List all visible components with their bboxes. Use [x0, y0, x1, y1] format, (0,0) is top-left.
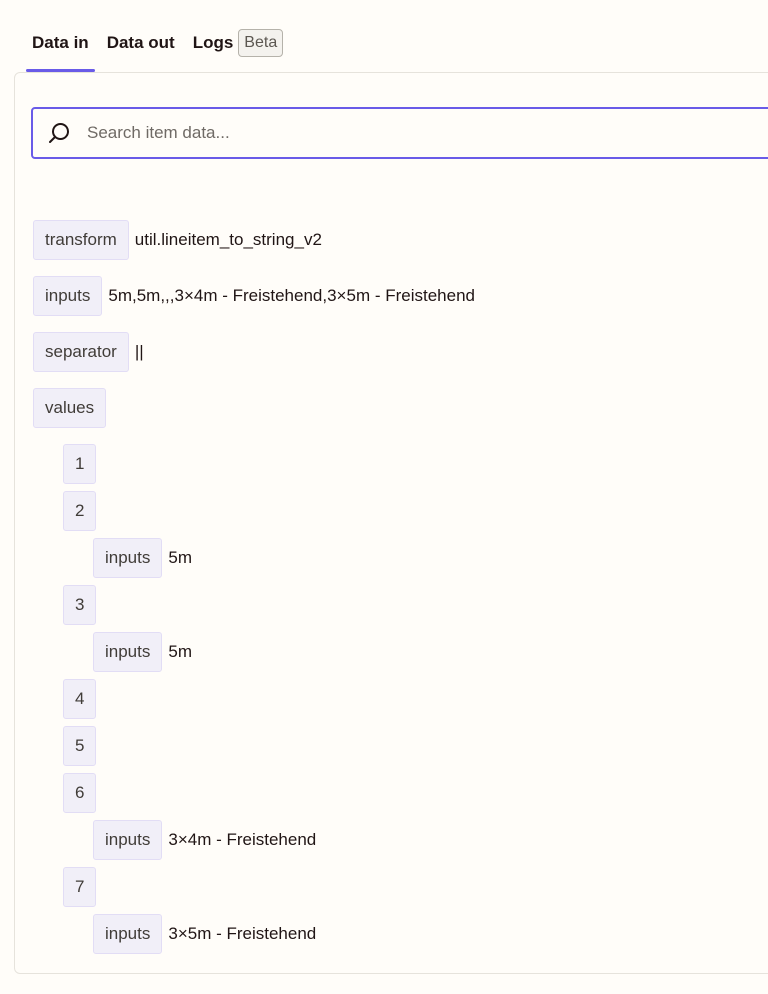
list-item: 3 [63, 585, 97, 625]
field-value: 5m,5m,,,3×4m - Freistehend,3×5m - Freist… [108, 286, 475, 305]
tab-data-out-label: Data out [106, 33, 175, 52]
list-item-child: inputs 5m [93, 538, 192, 578]
beta-badge: Beta [238, 29, 284, 57]
field-key: inputs [93, 632, 163, 672]
field-value: 5m [168, 642, 192, 661]
field-key: values [33, 388, 107, 428]
tab-logs[interactable]: Logs Beta [187, 26, 290, 72]
tab-bar: Data in Data out Logs Beta [26, 26, 295, 72]
list-item-child: inputs 3×4m - Freistehend [93, 820, 316, 860]
tab-data-in[interactable]: Data in [26, 26, 95, 72]
field-row-inputs: inputs 5m,5m,,,3×4m - Freistehend,3×5m -… [33, 276, 475, 316]
search-icon [49, 123, 69, 143]
field-key: inputs [33, 276, 103, 316]
list-index: 5 [63, 726, 97, 766]
field-row-transform: transform util.lineitem_to_string_v2 [33, 220, 322, 260]
list-index: 7 [63, 867, 97, 907]
list-index: 1 [63, 444, 97, 484]
tab-data-out[interactable]: Data out [101, 26, 181, 72]
field-value: || [134, 342, 144, 361]
tab-logs-label: Logs [192, 33, 234, 52]
list-index: 2 [63, 491, 97, 531]
list-item: 1 [63, 444, 97, 484]
list-item-child: inputs 3×5m - Freistehend [93, 914, 316, 954]
list-item-child: inputs 5m [93, 632, 192, 672]
data-panel: transform util.lineitem_to_string_v2 inp… [14, 72, 768, 974]
field-key: separator [33, 332, 129, 372]
field-key: inputs [93, 538, 163, 578]
list-item: 6 [63, 773, 97, 813]
list-item: 7 [63, 867, 97, 907]
list-index: 3 [63, 585, 97, 625]
list-item: 5 [63, 726, 97, 766]
tab-data-in-label: Data in [32, 33, 89, 52]
field-row-separator: separator || [33, 332, 144, 372]
list-index: 6 [63, 773, 97, 813]
field-key: inputs [93, 820, 163, 860]
field-value: util.lineitem_to_string_v2 [134, 230, 322, 249]
search-input[interactable] [85, 122, 689, 144]
field-row-values: values [33, 388, 107, 428]
field-value: 3×4m - Freistehend [168, 830, 317, 849]
field-value: 3×5m - Freistehend [168, 924, 317, 943]
field-value: 5m [168, 548, 192, 567]
list-index: 4 [63, 679, 97, 719]
field-key: transform [33, 220, 129, 260]
field-key: inputs [93, 914, 163, 954]
list-item: 4 [63, 679, 97, 719]
list-item: 2 [63, 491, 97, 531]
search-box[interactable] [31, 107, 768, 159]
